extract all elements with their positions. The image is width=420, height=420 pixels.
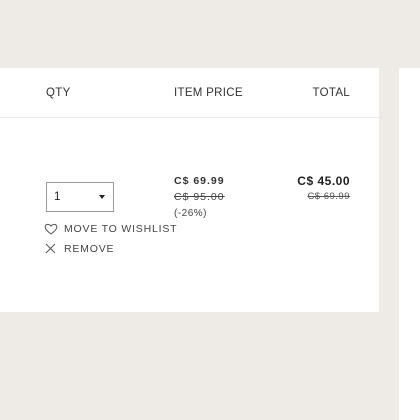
item-price-original: C$ 95.00 [174, 191, 225, 203]
remove-label: REMOVE [64, 243, 115, 255]
quantity-select[interactable]: 1 [46, 182, 114, 212]
order-summary-panel-edge [399, 68, 420, 420]
chevron-down-icon [99, 195, 105, 199]
total-original: C$ 69.99 [307, 191, 350, 202]
heart-icon [44, 223, 58, 235]
total-current: C$ 45.00 [297, 174, 350, 188]
qty-column-header: QTY [46, 87, 71, 99]
item-price-current: C$ 69.99 [174, 175, 225, 187]
item-price-column-header: ITEM PRICE [174, 87, 243, 99]
close-icon [44, 243, 58, 255]
total-column-header: TOTAL [312, 87, 350, 99]
table-header-row: QTY ITEM PRICE TOTAL [0, 68, 379, 118]
item-price-discount: (-26%) [174, 208, 208, 219]
remove-button[interactable]: REMOVE [44, 243, 114, 255]
quantity-value: 1 [54, 191, 61, 203]
cart-item-card: QTY ITEM PRICE TOTAL 1 MOVE TO WISHLIST … [0, 68, 379, 312]
move-to-wishlist-label: MOVE TO WISHLIST [64, 223, 178, 235]
move-to-wishlist-button[interactable]: MOVE TO WISHLIST [44, 223, 177, 235]
